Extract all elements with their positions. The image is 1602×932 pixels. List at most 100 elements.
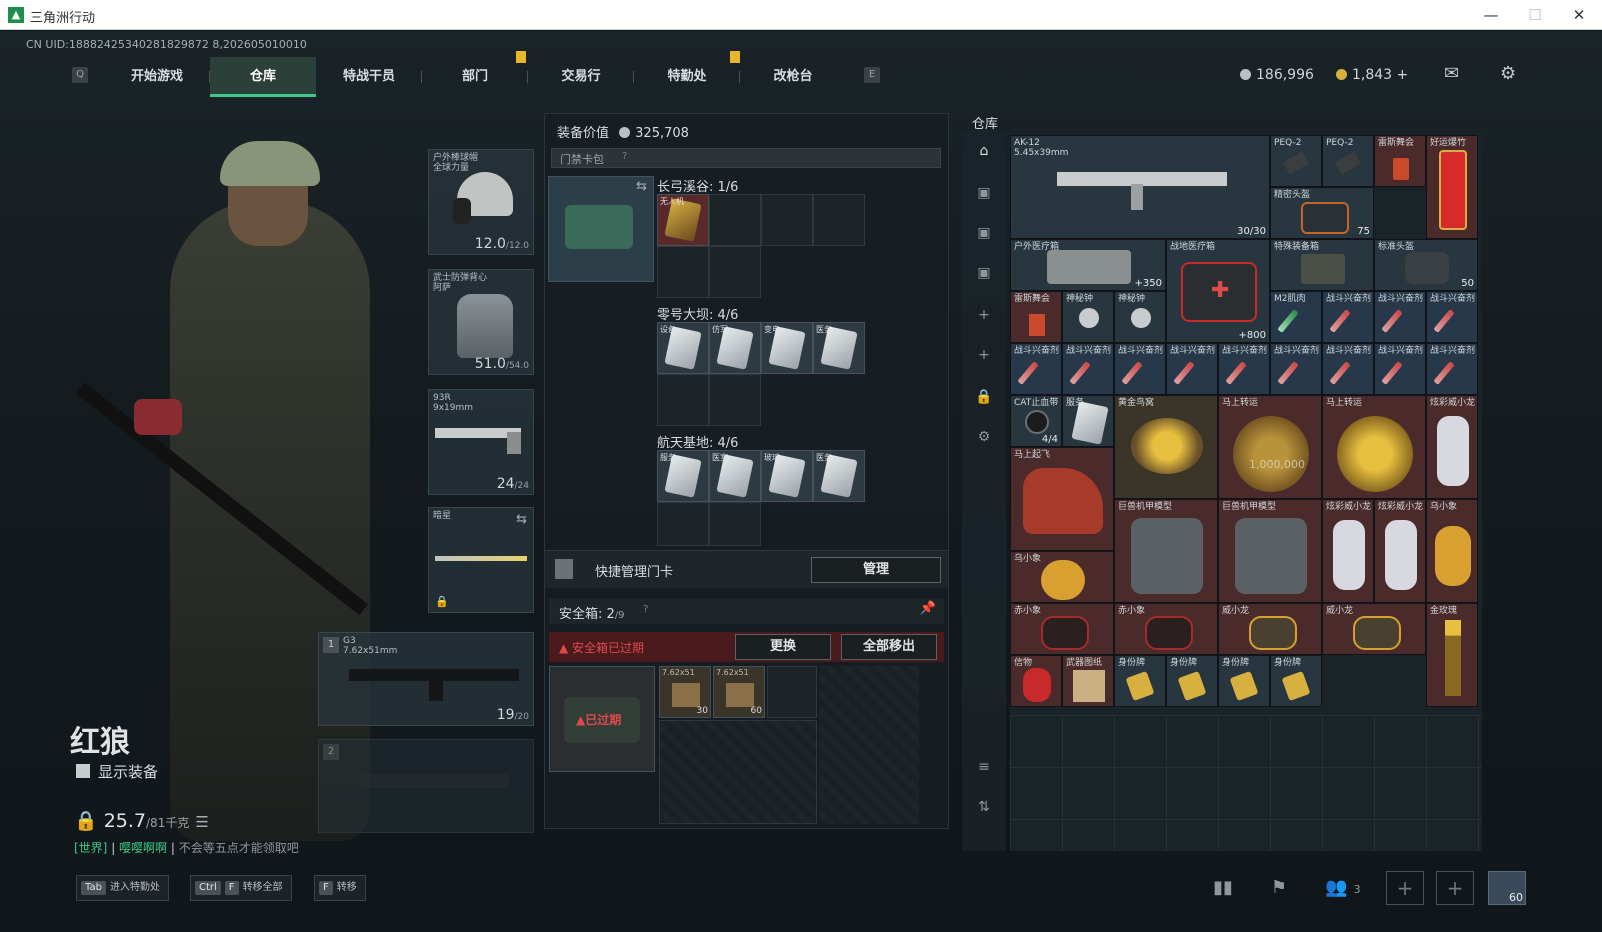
add-storage-icon[interactable]: + bbox=[974, 347, 994, 367]
item-black-elephant[interactable]: 乌小象 bbox=[1426, 499, 1478, 603]
keycard-slot[interactable]: 医务 bbox=[813, 450, 865, 502]
item-dogtag[interactable]: 身份牌 bbox=[1166, 655, 1218, 707]
item-dogtag[interactable]: 身份牌 bbox=[1114, 655, 1166, 707]
item-combat-stim[interactable]: 战斗兴奋剂 bbox=[1270, 343, 1322, 395]
help-icon[interactable]: ? bbox=[622, 151, 627, 162]
item-standard-helmet[interactable]: 标准头盔 50 bbox=[1374, 239, 1478, 291]
tab-gunsmith[interactable]: 改枪台 bbox=[740, 57, 846, 97]
armor-slot[interactable]: 武士防弹背心 阿萨 51.0/54.0 bbox=[428, 269, 534, 375]
item-combat-stim[interactable]: 战斗兴奋剂 bbox=[1374, 291, 1426, 343]
item-m2-stim[interactable]: M2肌肉 bbox=[1270, 291, 1322, 343]
item-colorful-dragon[interactable]: 炫彩威小龙 bbox=[1374, 499, 1426, 603]
empty-cell[interactable] bbox=[813, 194, 865, 246]
item-mecha-model[interactable]: 巨兽机甲模型 bbox=[1218, 499, 1322, 603]
list-icon[interactable]: ☰ bbox=[195, 813, 208, 831]
show-gear-toggle[interactable]: 显示装备 bbox=[76, 761, 158, 782]
helmet-slot[interactable]: 户外棒球帽 全球力量 12.0/12.0 bbox=[428, 149, 534, 255]
add-teammate-button[interactable]: + bbox=[1386, 871, 1424, 905]
item-golden-rose[interactable]: 金玫瑰 bbox=[1426, 603, 1478, 707]
item-combat-stim[interactable]: 战斗兴奋剂 bbox=[1426, 291, 1478, 343]
secondary-weapon-slot[interactable]: 2 bbox=[318, 739, 534, 833]
empty-cell[interactable] bbox=[657, 502, 709, 546]
melee-slot[interactable]: 暗星 ⇆ 🔒 bbox=[428, 507, 534, 613]
primary-weapon-slot[interactable]: 1 G3 7.62x51mm 19/20 bbox=[318, 632, 534, 726]
tab-special-ops[interactable]: 特勤处 bbox=[634, 57, 740, 97]
settings-gear-icon[interactable]: ⚙ bbox=[974, 429, 994, 449]
item-black-elephant[interactable]: 乌小象 bbox=[1010, 551, 1114, 603]
manage-button[interactable]: 管理 bbox=[811, 557, 941, 583]
close-button[interactable]: ✕ bbox=[1568, 4, 1590, 26]
item-combat-stim[interactable]: 战斗兴奋剂 bbox=[1374, 343, 1426, 395]
layers-icon[interactable]: ≡ bbox=[974, 759, 994, 779]
keycard-slot[interactable]: 服务 bbox=[657, 450, 709, 502]
storage-tab-icon[interactable]: ▣ bbox=[974, 185, 994, 205]
friends-icon[interactable]: 👥 3 bbox=[1316, 873, 1370, 903]
item-horse-wheel[interactable]: 马上转运 1,000,000 bbox=[1218, 395, 1322, 499]
move-all-out-button[interactable]: 全部移出 bbox=[841, 634, 937, 660]
keycard-slot[interactable]: 玻璃 bbox=[761, 450, 813, 502]
item-dogtag[interactable]: 身份牌 bbox=[1270, 655, 1322, 707]
item-combat-stim[interactable]: 战斗兴奋剂 bbox=[1062, 343, 1114, 395]
chat-line[interactable]: [世界] | 嘤嘤啊啊 | 不会等五点才能领取吧 bbox=[74, 839, 299, 856]
mail-icon[interactable]: ✉ bbox=[1444, 63, 1459, 84]
pin-icon[interactable]: 📌 bbox=[920, 601, 936, 616]
tab-operators[interactable]: 特战干员 bbox=[316, 57, 422, 97]
item-red-elephant[interactable]: 赤小象 bbox=[1114, 603, 1218, 655]
ammo-slot[interactable]: 7.62x51 30 bbox=[659, 666, 711, 718]
warehouse-empty-area[interactable] bbox=[1010, 715, 1482, 851]
player-avatar[interactable]: 60 bbox=[1488, 871, 1526, 905]
keycard-slot[interactable]: 设备 bbox=[657, 322, 709, 374]
keycard-pack-slot[interactable]: ⇆ bbox=[548, 176, 654, 282]
item-firecracker[interactable]: 好运爆竹 bbox=[1426, 135, 1478, 239]
keycard-drone[interactable]: 无人机 bbox=[657, 194, 709, 246]
item-cat-tourniquet[interactable]: CAT止血带 4/4 bbox=[1010, 395, 1062, 447]
item-colorful-dragon[interactable]: 炫彩威小龙 bbox=[1426, 395, 1478, 499]
item-peq2[interactable]: PEQ-2 bbox=[1322, 135, 1374, 187]
item-small-dragon[interactable]: 威小龙 bbox=[1218, 603, 1322, 655]
item-peq2[interactable]: PEQ-2 bbox=[1270, 135, 1322, 187]
item-mecha-model[interactable]: 巨兽机甲模型 bbox=[1114, 499, 1218, 603]
item-helmet-bag[interactable]: 精密头盔 75 bbox=[1270, 187, 1374, 239]
empty-cell[interactable] bbox=[709, 194, 761, 246]
empty-cell[interactable] bbox=[761, 194, 813, 246]
empty-cell[interactable] bbox=[709, 246, 761, 298]
add-storage-icon[interactable]: + bbox=[974, 307, 994, 327]
expired-safebox[interactable]: ▲已过期 bbox=[549, 666, 655, 772]
warehouse-home-icon[interactable]: ⌂ bbox=[974, 143, 994, 163]
item-field-medkit[interactable]: 战地医疗箱 ✚ +800 bbox=[1166, 239, 1270, 343]
item-horse-rising[interactable]: 马上起飞 bbox=[1010, 447, 1114, 551]
item-combat-stim[interactable]: 战斗兴奋剂 bbox=[1426, 343, 1478, 395]
tab-warehouse[interactable]: 仓库 bbox=[210, 57, 316, 97]
replace-button[interactable]: 更换 bbox=[735, 634, 831, 660]
maximize-button[interactable]: ☐ bbox=[1524, 4, 1546, 26]
settings-gear-icon[interactable]: ⚙ bbox=[1500, 63, 1516, 84]
transfer-hint[interactable]: F 转移 bbox=[314, 875, 366, 901]
item-golden-nest[interactable]: 黄金鸟窝 bbox=[1114, 395, 1218, 499]
item-drink[interactable]: 雷斯舞会 bbox=[1374, 135, 1426, 187]
swap-icon[interactable]: ⇆ bbox=[516, 512, 527, 527]
empty-cell[interactable] bbox=[657, 246, 709, 298]
transfer-all-hint[interactable]: Ctrl F 转移全部 bbox=[190, 875, 292, 901]
item-ak12[interactable]: AK-12 5.45x39mm 30/30 bbox=[1010, 135, 1270, 239]
enter-special-ops-hint[interactable]: Tab 进入特勤处 bbox=[76, 875, 169, 901]
item-combat-stim[interactable]: 战斗兴奋剂 bbox=[1322, 291, 1374, 343]
flag-icon[interactable]: ⚑ bbox=[1262, 873, 1296, 903]
sort-icon[interactable]: ⇅ bbox=[974, 799, 994, 819]
item-dogtag[interactable]: 身份牌 bbox=[1218, 655, 1270, 707]
item-combat-stim[interactable]: 战斗兴奋剂 bbox=[1010, 343, 1062, 395]
lock-icon[interactable]: 🔒 bbox=[974, 389, 994, 409]
tab-start-game[interactable]: 开始游戏 bbox=[104, 57, 210, 97]
item-mask[interactable]: 信物 bbox=[1010, 655, 1062, 707]
item-special-case[interactable]: 特殊装备箱 bbox=[1270, 239, 1374, 291]
item-combat-stim[interactable]: 战斗兴奋剂 bbox=[1322, 343, 1374, 395]
item-horse-wheel[interactable]: 马上转运 bbox=[1322, 395, 1426, 499]
empty-cell[interactable] bbox=[709, 374, 761, 426]
help-icon[interactable]: ? bbox=[643, 604, 648, 615]
item-combat-stim[interactable]: 战斗兴奋剂 bbox=[1218, 343, 1270, 395]
empty-cell[interactable] bbox=[709, 502, 761, 546]
tab-department[interactable]: 部门 bbox=[422, 57, 528, 97]
storage-tab-icon[interactable]: ▣ bbox=[974, 225, 994, 245]
item-service-card[interactable]: 服务 bbox=[1062, 395, 1114, 447]
empty-cell[interactable] bbox=[767, 666, 817, 718]
minimize-button[interactable]: — bbox=[1480, 4, 1502, 26]
